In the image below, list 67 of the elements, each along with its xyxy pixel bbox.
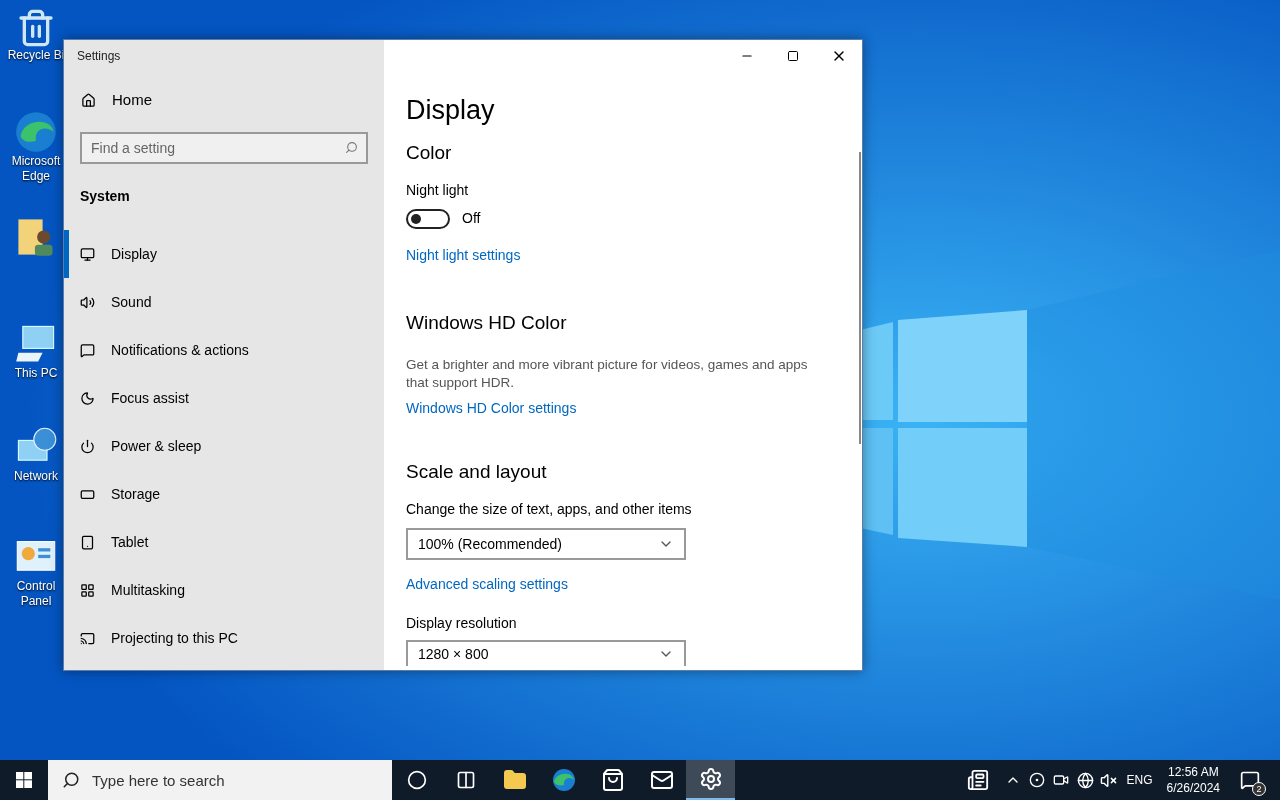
- projecting-icon: [80, 630, 95, 646]
- description-text: Get a brighter and more vibrant picture for videos, games and apps that support HDR.: [406, 356, 809, 392]
- nav-item[interactable]: Notifications & actions: [64, 326, 384, 374]
- clock-date[interactable]: 6/26/2024: [1166, 780, 1220, 796]
- windows-logo-icon: [16, 772, 32, 788]
- tablet-icon: [80, 534, 95, 550]
- nav-item[interactable]: Sound: [64, 278, 384, 326]
- folder-icon: [502, 768, 527, 792]
- settings-link[interactable]: Night light settings: [406, 245, 832, 266]
- sound-icon: [80, 294, 95, 310]
- maximize-icon: [787, 50, 799, 62]
- nav-item[interactable]: Multitasking: [64, 566, 384, 614]
- setting-label: Display resolution: [406, 614, 518, 633]
- desktop-icon-label: Network: [14, 469, 58, 484]
- home-link[interactable]: Home: [64, 80, 384, 120]
- search-field[interactable]: Find a setting: [80, 132, 368, 164]
- news-icon[interactable]: [966, 769, 989, 791]
- toggle-switch[interactable]: [406, 208, 450, 229]
- language-indicator[interactable]: ENG: [1126, 771, 1153, 789]
- notification-badge: 2: [1252, 782, 1266, 796]
- window-title: Settings: [77, 48, 121, 65]
- settings-link[interactable]: Advanced scaling settings: [406, 574, 832, 595]
- record-icon[interactable]: [1028, 772, 1045, 788]
- home-icon: [81, 92, 96, 108]
- dropdown[interactable]: 1280 × 800: [406, 640, 686, 666]
- store-icon: [600, 768, 625, 792]
- nav-item[interactable]: Projecting to this PC: [64, 614, 384, 662]
- camera-icon[interactable]: [1052, 772, 1069, 788]
- clock-time[interactable]: 12:56 AM: [1167, 764, 1219, 780]
- scrollbar[interactable]: [859, 152, 861, 444]
- power-icon: [80, 438, 95, 454]
- search-icon: [62, 771, 80, 789]
- nav-item[interactable]: Display: [64, 230, 384, 278]
- notifications-icon: [80, 342, 95, 358]
- nav-item[interactable]: Focus assist: [64, 374, 384, 422]
- focus-icon: [80, 390, 95, 406]
- multitasking-icon: [80, 582, 95, 598]
- browser-icon: [551, 768, 576, 792]
- setting-label: Night light: [406, 181, 470, 200]
- display-icon: [80, 246, 95, 262]
- toggle-state: Off: [462, 209, 481, 228]
- muted-speaker-icon[interactable]: [1099, 771, 1117, 789]
- globe-icon[interactable]: [1076, 771, 1094, 789]
- mail-icon: [649, 768, 674, 792]
- cortana-icon: [406, 770, 427, 790]
- section-heading: Color: [406, 141, 453, 165]
- taskbar-search-field[interactable]: Type here to search: [48, 760, 392, 800]
- nav-item[interactable]: Storage: [64, 470, 384, 518]
- section-heading: Scale and layout: [406, 460, 548, 484]
- desktop-icon-label: This PC: [14, 366, 58, 381]
- section-heading: System: [80, 187, 131, 206]
- browser-icon[interactable]: [14, 110, 58, 154]
- desktop-icon-label: Microsoft Edge: [10, 154, 62, 184]
- desktop-icon-label: Control Panel: [15, 579, 57, 609]
- task-view-icon: [455, 770, 476, 790]
- taskbar-app[interactable]: [686, 760, 735, 800]
- settings-icon: [698, 767, 723, 791]
- nav-item[interactable]: Power & sleep: [64, 422, 384, 470]
- settings-link[interactable]: Windows HD Color settings: [406, 398, 832, 419]
- setting-label: Change the size of text, apps, and other items: [406, 500, 693, 519]
- dropdown[interactable]: 100% (Recommended): [406, 528, 686, 560]
- desktop-icon-label: Recycle Bi: [7, 48, 65, 63]
- notifications-icon[interactable]: [1240, 770, 1260, 790]
- page-title: Display: [406, 94, 496, 127]
- nav-item[interactable]: Tablet: [64, 518, 384, 566]
- search-icon: [345, 141, 358, 154]
- section-heading: Windows HD Color: [406, 311, 568, 335]
